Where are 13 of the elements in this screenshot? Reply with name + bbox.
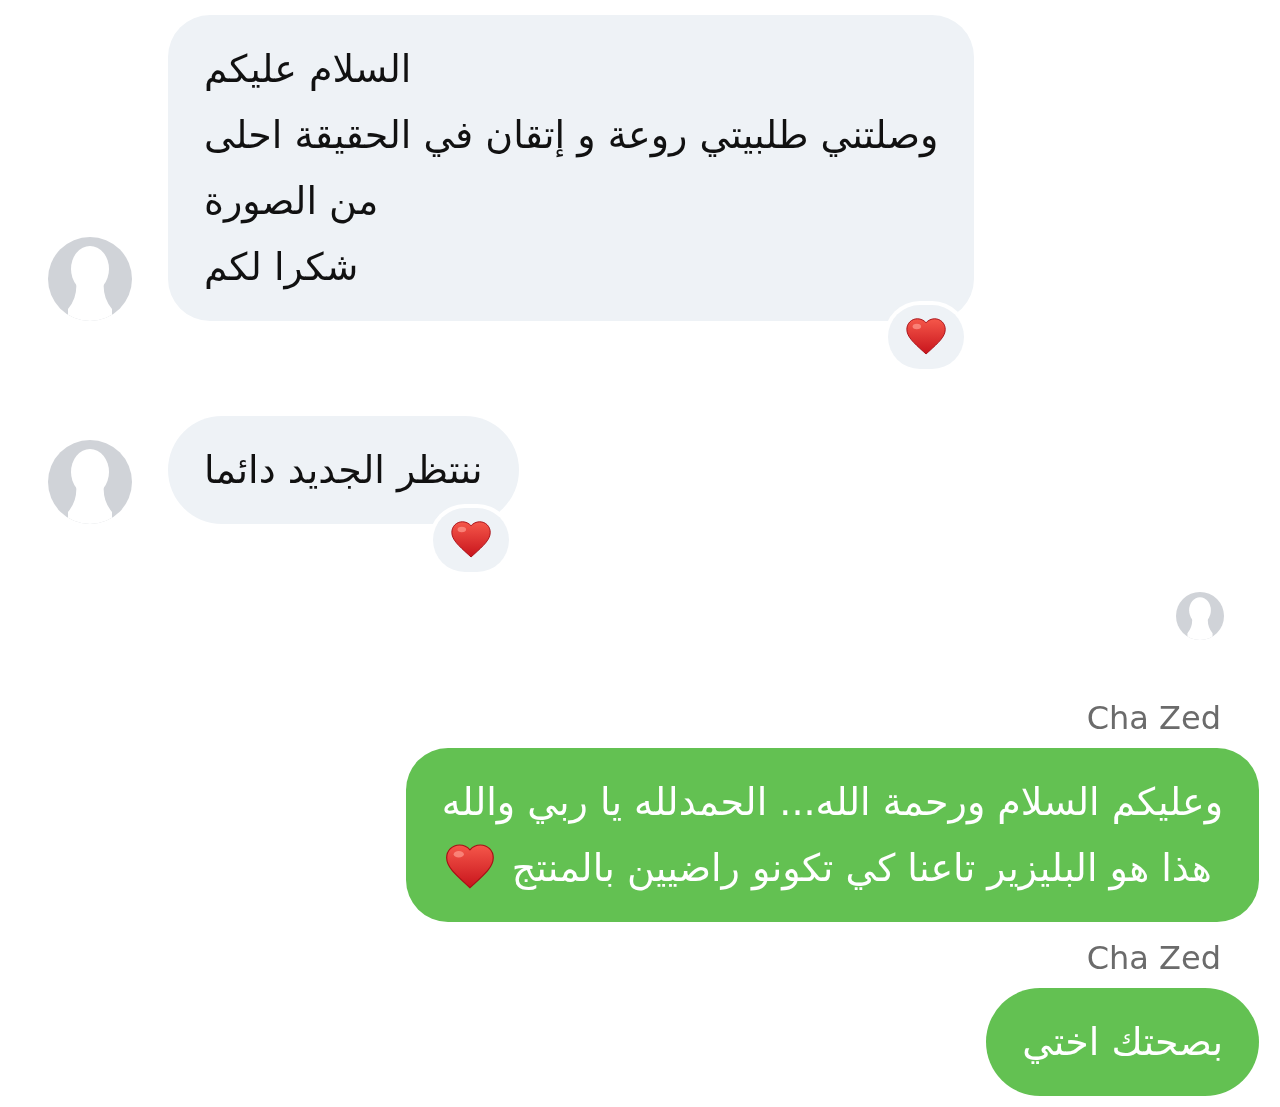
message-text: بصحتك اختي — [1022, 1019, 1223, 1066]
user-avatar-icon — [1176, 592, 1224, 640]
message-text: هذا هو البليزير تاعنا كي تكونو راضيين بالمنتج — [511, 845, 1212, 893]
message-text: ننتظر الجديد دائما — [204, 447, 483, 495]
message-text: وعليكم السلام ورحمة الله... الحمدلله يا ربي والله — [441, 779, 1223, 827]
message-text: السلام عليكم — [204, 46, 412, 93]
sender-name: Cha Zed — [1086, 698, 1221, 738]
user-avatar-icon — [48, 237, 132, 321]
message-text: شكرا لكم — [204, 244, 359, 292]
sender-name: Cha Zed — [1086, 938, 1221, 978]
user-avatar-icon — [48, 440, 132, 524]
message-text: من الصورة — [204, 178, 379, 226]
message-text: وصلتني طلبيتي روعة و إتقان في الحقيقة احلى — [204, 112, 939, 160]
